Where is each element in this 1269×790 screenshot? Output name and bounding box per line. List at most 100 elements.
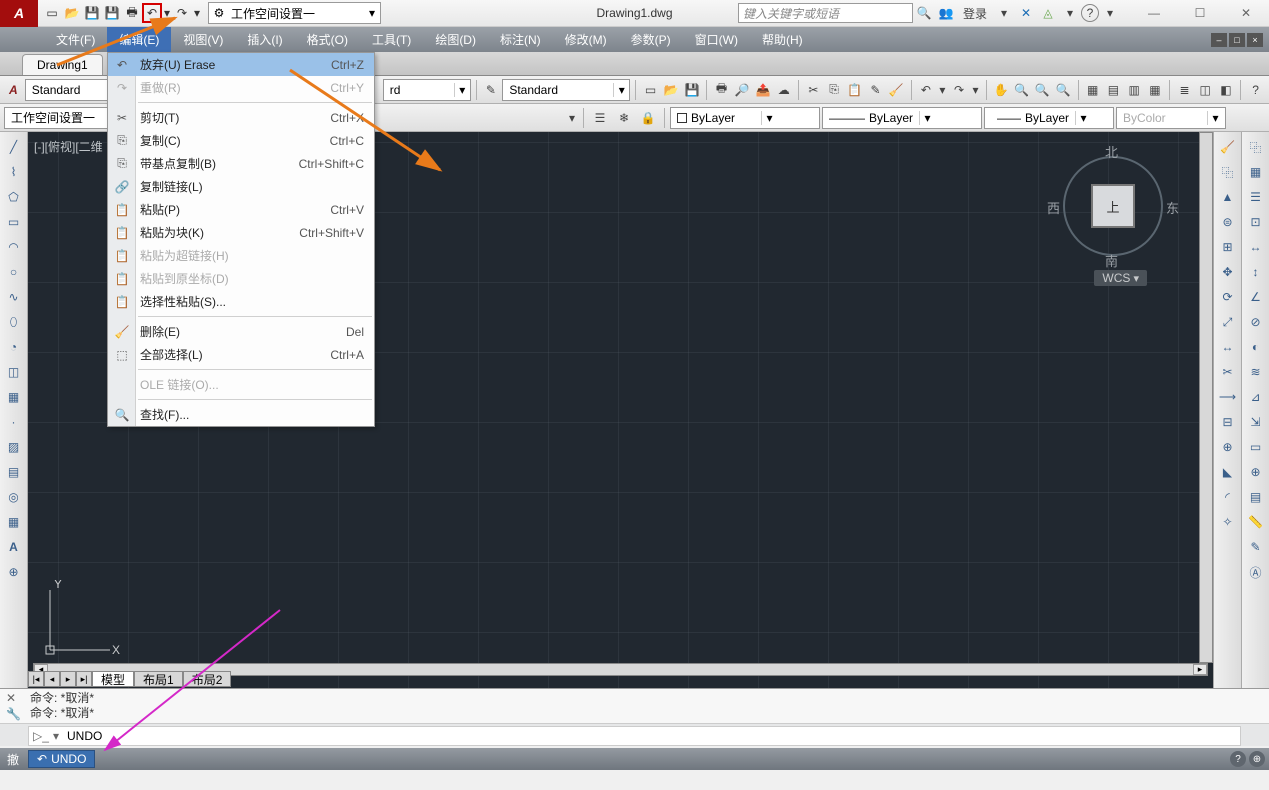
login-dd-icon[interactable]: ▾: [993, 2, 1015, 24]
circle-icon[interactable]: ○: [3, 261, 25, 283]
menu-edit[interactable]: 编辑(E): [107, 27, 171, 52]
viewcube[interactable]: 上 北 南 西 东: [1053, 146, 1173, 266]
dim1-icon[interactable]: ↔: [1245, 236, 1267, 258]
ungroup-icon[interactable]: ▦: [1245, 161, 1267, 183]
pan-icon[interactable]: ✋: [992, 79, 1011, 101]
redo-icon[interactable]: ↷: [172, 3, 192, 23]
mdi-max[interactable]: □: [1229, 33, 1245, 47]
tab-layout2[interactable]: 布局2: [183, 671, 232, 687]
layermgr-icon[interactable]: ▾: [566, 107, 578, 129]
edit-menu-item-11[interactable]: 📋选择性粘贴(S)...: [108, 290, 374, 313]
break-icon[interactable]: ⊟: [1217, 411, 1239, 433]
menu-draw[interactable]: 绘图(D): [423, 27, 488, 52]
layerlock-icon[interactable]: 🔒: [637, 107, 659, 129]
spline-icon[interactable]: ∿: [3, 286, 25, 308]
maximize-button[interactable]: ☐: [1177, 0, 1223, 27]
chevron-down-icon[interactable]: ▾: [364, 6, 380, 20]
publish-icon[interactable]: 📤: [754, 79, 773, 101]
calc-icon[interactable]: ▦: [1146, 79, 1165, 101]
tab-first[interactable]: |◂: [28, 671, 44, 687]
doc-tab-drawing1[interactable]: Drawing1: [22, 54, 103, 75]
dim7-icon[interactable]: ⊿: [1245, 386, 1267, 408]
cloud-dd-icon[interactable]: ▾: [1059, 2, 1081, 24]
group-icon[interactable]: ⿻: [1245, 136, 1267, 158]
edit-menu-item-18[interactable]: 🔍查找(F)...: [108, 403, 374, 426]
zoom-icon[interactable]: 🔍: [1012, 79, 1031, 101]
zoomwin-icon[interactable]: 🔍: [1033, 79, 1052, 101]
offset-icon[interactable]: ⊜: [1217, 211, 1239, 233]
move-icon[interactable]: ✥: [1217, 261, 1239, 283]
menu-view[interactable]: 视图(V): [171, 27, 235, 52]
wcs-label[interactable]: WCS ▾: [1094, 270, 1147, 286]
extend-icon[interactable]: ⟶: [1217, 386, 1239, 408]
save-icon[interactable]: 💾: [82, 3, 102, 23]
tab-last[interactable]: ▸|: [76, 671, 92, 687]
dim8-icon[interactable]: ⇲: [1245, 411, 1267, 433]
prop-icon[interactable]: ▦: [1083, 79, 1102, 101]
cloud-icon[interactable]: ◬: [1037, 2, 1059, 24]
fillet-icon[interactable]: ◜: [1217, 486, 1239, 508]
dim12-icon[interactable]: 📏: [1245, 511, 1267, 533]
tab-prev[interactable]: ◂: [44, 671, 60, 687]
dim10-icon[interactable]: ⊕: [1245, 461, 1267, 483]
plot-icon[interactable]: 🖶: [712, 79, 731, 101]
open-icon[interactable]: 📂: [62, 3, 82, 23]
menu-tool[interactable]: 工具(T): [360, 27, 423, 52]
status-btn-2[interactable]: ⊕: [1249, 751, 1265, 767]
status-btn-1[interactable]: ?: [1230, 751, 1246, 767]
undo2-icon[interactable]: ↶: [917, 79, 936, 101]
clean-icon[interactable]: 🧹: [887, 79, 906, 101]
copy2-icon[interactable]: ⿻: [1217, 161, 1239, 183]
editgroup-icon[interactable]: ⊡: [1245, 211, 1267, 233]
zoomprev-icon[interactable]: 🔍: [1054, 79, 1073, 101]
search-input[interactable]: 键入关键字或短语: [738, 3, 913, 23]
mdi-min[interactable]: –: [1211, 33, 1227, 47]
dim5-icon[interactable]: ◐: [1245, 336, 1267, 358]
layerfrz-icon[interactable]: ❄: [613, 107, 635, 129]
point-icon[interactable]: ·: [3, 411, 25, 433]
edit-menu-item-13[interactable]: 🧹删除(E)Del: [108, 320, 374, 343]
layeriso-icon[interactable]: ☰: [589, 107, 611, 129]
cmd-recent-dd[interactable]: ▾: [53, 729, 67, 743]
array-icon[interactable]: ⊞: [1217, 236, 1239, 258]
gradient-icon[interactable]: ▤: [3, 461, 25, 483]
workspace-input[interactable]: [229, 4, 364, 22]
open2-icon[interactable]: 📂: [662, 79, 681, 101]
menu-insert[interactable]: 插入(I): [235, 27, 294, 52]
undo-dd-icon[interactable]: ▾: [162, 3, 172, 23]
redo2-dd[interactable]: ▾: [970, 79, 980, 101]
mdi-close[interactable]: ×: [1247, 33, 1263, 47]
exchange-icon[interactable]: ✕: [1015, 2, 1037, 24]
menu-window[interactable]: 窗口(W): [683, 27, 750, 52]
menu-format[interactable]: 格式(O): [295, 27, 360, 52]
redo2-icon[interactable]: ↷: [950, 79, 969, 101]
undo2-dd[interactable]: ▾: [937, 79, 947, 101]
paste-icon[interactable]: 📋: [845, 79, 864, 101]
copy-icon[interactable]: ⎘: [825, 79, 844, 101]
new2-icon[interactable]: ▭: [641, 79, 660, 101]
block-icon[interactable]: ◫: [1196, 79, 1215, 101]
tab-layout1[interactable]: 布局1: [134, 671, 183, 687]
app-logo[interactable]: A: [0, 0, 38, 27]
dim9-icon[interactable]: ▭: [1245, 436, 1267, 458]
pline-icon[interactable]: ⌇: [3, 161, 25, 183]
textstyle-icon[interactable]: A: [4, 79, 23, 101]
dimedit-icon[interactable]: ✎: [1245, 536, 1267, 558]
edit-menu-item-0[interactable]: ↶放弃(U) EraseCtrl+Z: [108, 53, 374, 76]
redo-dd-icon[interactable]: ▾: [192, 3, 202, 23]
mirror-icon[interactable]: ▲: [1217, 186, 1239, 208]
close-button[interactable]: ✕: [1223, 0, 1269, 27]
save2-icon[interactable]: 💾: [683, 79, 702, 101]
chamfer-icon[interactable]: ◣: [1217, 461, 1239, 483]
dim2-icon[interactable]: ↕: [1245, 261, 1267, 283]
selectgroup-icon[interactable]: ☰: [1245, 186, 1267, 208]
arc-icon[interactable]: ◠: [3, 236, 25, 258]
dim4-icon[interactable]: ⊘: [1245, 311, 1267, 333]
edit-menu-item-4[interactable]: ⎘复制(C)Ctrl+C: [108, 129, 374, 152]
scale-icon[interactable]: ⤢: [1217, 311, 1239, 333]
sheet-icon[interactable]: ▤: [1104, 79, 1123, 101]
polygon-icon[interactable]: ⬠: [3, 186, 25, 208]
match-icon[interactable]: ✎: [866, 79, 885, 101]
edit-menu-item-3[interactable]: ✂剪切(T)Ctrl+X: [108, 106, 374, 129]
join-icon[interactable]: ⊕: [1217, 436, 1239, 458]
